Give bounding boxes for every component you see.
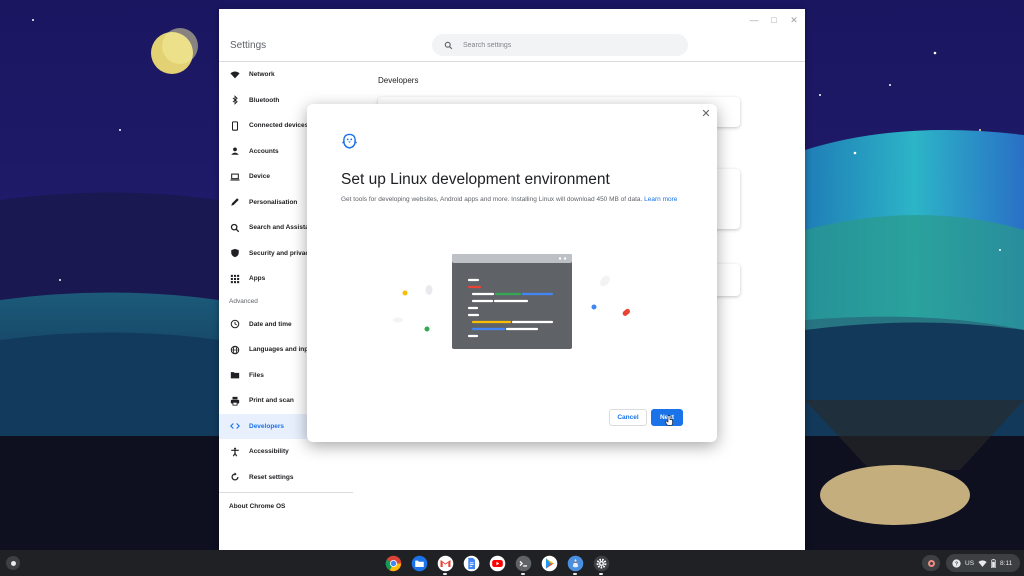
files-icon[interactable] xyxy=(410,554,428,572)
launcher-circle-icon xyxy=(10,560,16,566)
docs-icon[interactable] xyxy=(462,554,480,572)
phone-icon xyxy=(229,120,241,132)
search-icon xyxy=(229,222,241,234)
search-input[interactable] xyxy=(463,41,663,49)
help-icon: ? xyxy=(952,558,961,568)
clock-icon xyxy=(229,318,241,330)
close-icon[interactable]: ✕ xyxy=(699,107,713,121)
cancel-button[interactable]: Cancel xyxy=(609,409,647,426)
wifi-icon xyxy=(978,559,987,568)
folder-icon xyxy=(229,369,241,381)
sidebar-item-network[interactable]: Network xyxy=(219,62,353,88)
sidebar-item-label: Device xyxy=(249,173,270,181)
sidebar-item-label: Security and privacy xyxy=(249,249,313,257)
laptop-icon xyxy=(229,171,241,183)
battery-icon xyxy=(991,558,996,568)
linux-setup-dialog: ✕ Set up Linux development environment G… xyxy=(307,104,717,442)
shelf: ? US 8:11 xyxy=(0,550,1024,576)
sidebar-item-label: Accessibility xyxy=(249,448,289,456)
gmail-icon[interactable] xyxy=(436,554,454,575)
youtube-icon[interactable] xyxy=(488,554,506,572)
sidebar-item-label: Accounts xyxy=(249,147,279,155)
reset-icon xyxy=(229,471,241,483)
linux-penguin-icon[interactable] xyxy=(566,554,584,575)
app-title: Settings xyxy=(230,40,267,51)
sidebar-item-label: Date and time xyxy=(249,320,292,328)
code-editor-illustration xyxy=(393,254,630,349)
sidebar-item-label: Connected devices xyxy=(249,122,309,130)
sidebar-item-label: Print and scan xyxy=(249,397,294,405)
sidebar-item-label: Developers xyxy=(249,422,285,430)
terminal-icon[interactable] xyxy=(514,554,532,575)
sidebar-item-about[interactable]: About Chrome OS xyxy=(219,503,353,510)
learn-more-link[interactable]: Learn more xyxy=(644,196,677,203)
sidebar-item-label: Reset settings xyxy=(249,473,294,481)
description-text: Get tools for developing websites, Andro… xyxy=(341,196,643,203)
grid-icon xyxy=(229,273,241,285)
accessibility-icon xyxy=(229,446,241,458)
status-tray[interactable]: ? US 8:11 xyxy=(946,554,1020,572)
page-title: Developers xyxy=(378,76,419,85)
shelf-apps xyxy=(384,554,610,575)
printer-icon xyxy=(229,395,241,407)
chrome-icon[interactable] xyxy=(384,554,402,572)
search-icon xyxy=(444,41,453,49)
sidebar-item-label: Search and Assistant xyxy=(249,224,315,232)
close-icon[interactable]: ✕ xyxy=(787,13,801,27)
dialog-title: Set up Linux development environment xyxy=(341,171,610,188)
sidebar-item-label: Bluetooth xyxy=(249,96,280,104)
sidebar-item-accessibility[interactable]: Accessibility xyxy=(219,439,353,465)
bluetooth-icon xyxy=(229,94,241,106)
shield-icon xyxy=(229,247,241,259)
wifi-icon xyxy=(229,69,241,81)
screen-record-button[interactable] xyxy=(922,555,940,571)
minimize-icon[interactable]: — xyxy=(747,13,761,27)
person-icon xyxy=(229,145,241,157)
window-controls: — □ ✕ xyxy=(747,13,801,27)
launcher-button[interactable] xyxy=(6,556,20,570)
maximize-icon[interactable]: □ xyxy=(767,13,781,27)
code-icon xyxy=(229,420,241,432)
settings-gear-icon[interactable] xyxy=(592,554,610,575)
play-store-icon[interactable] xyxy=(540,554,558,572)
record-icon xyxy=(927,559,935,567)
search-bar[interactable] xyxy=(432,34,688,56)
pencil-icon xyxy=(229,196,241,208)
sidebar-divider xyxy=(219,492,353,493)
linux-penguin-icon xyxy=(342,133,357,149)
svg-text:?: ? xyxy=(955,561,958,567)
sidebar-item-reset[interactable]: Reset settings xyxy=(219,465,353,491)
dialog-description: Get tools for developing websites, Andro… xyxy=(341,195,686,205)
sidebar-item-label: Personalisation xyxy=(249,198,298,206)
sidebar-item-label: Files xyxy=(249,371,264,379)
mouse-cursor-icon xyxy=(665,415,673,426)
clock-time: 8:11 xyxy=(1000,559,1013,567)
globe-icon xyxy=(229,344,241,356)
sidebar-item-label: Network xyxy=(249,71,275,79)
keyboard-layout: US xyxy=(965,559,975,567)
sidebar-item-label: Apps xyxy=(249,275,266,283)
